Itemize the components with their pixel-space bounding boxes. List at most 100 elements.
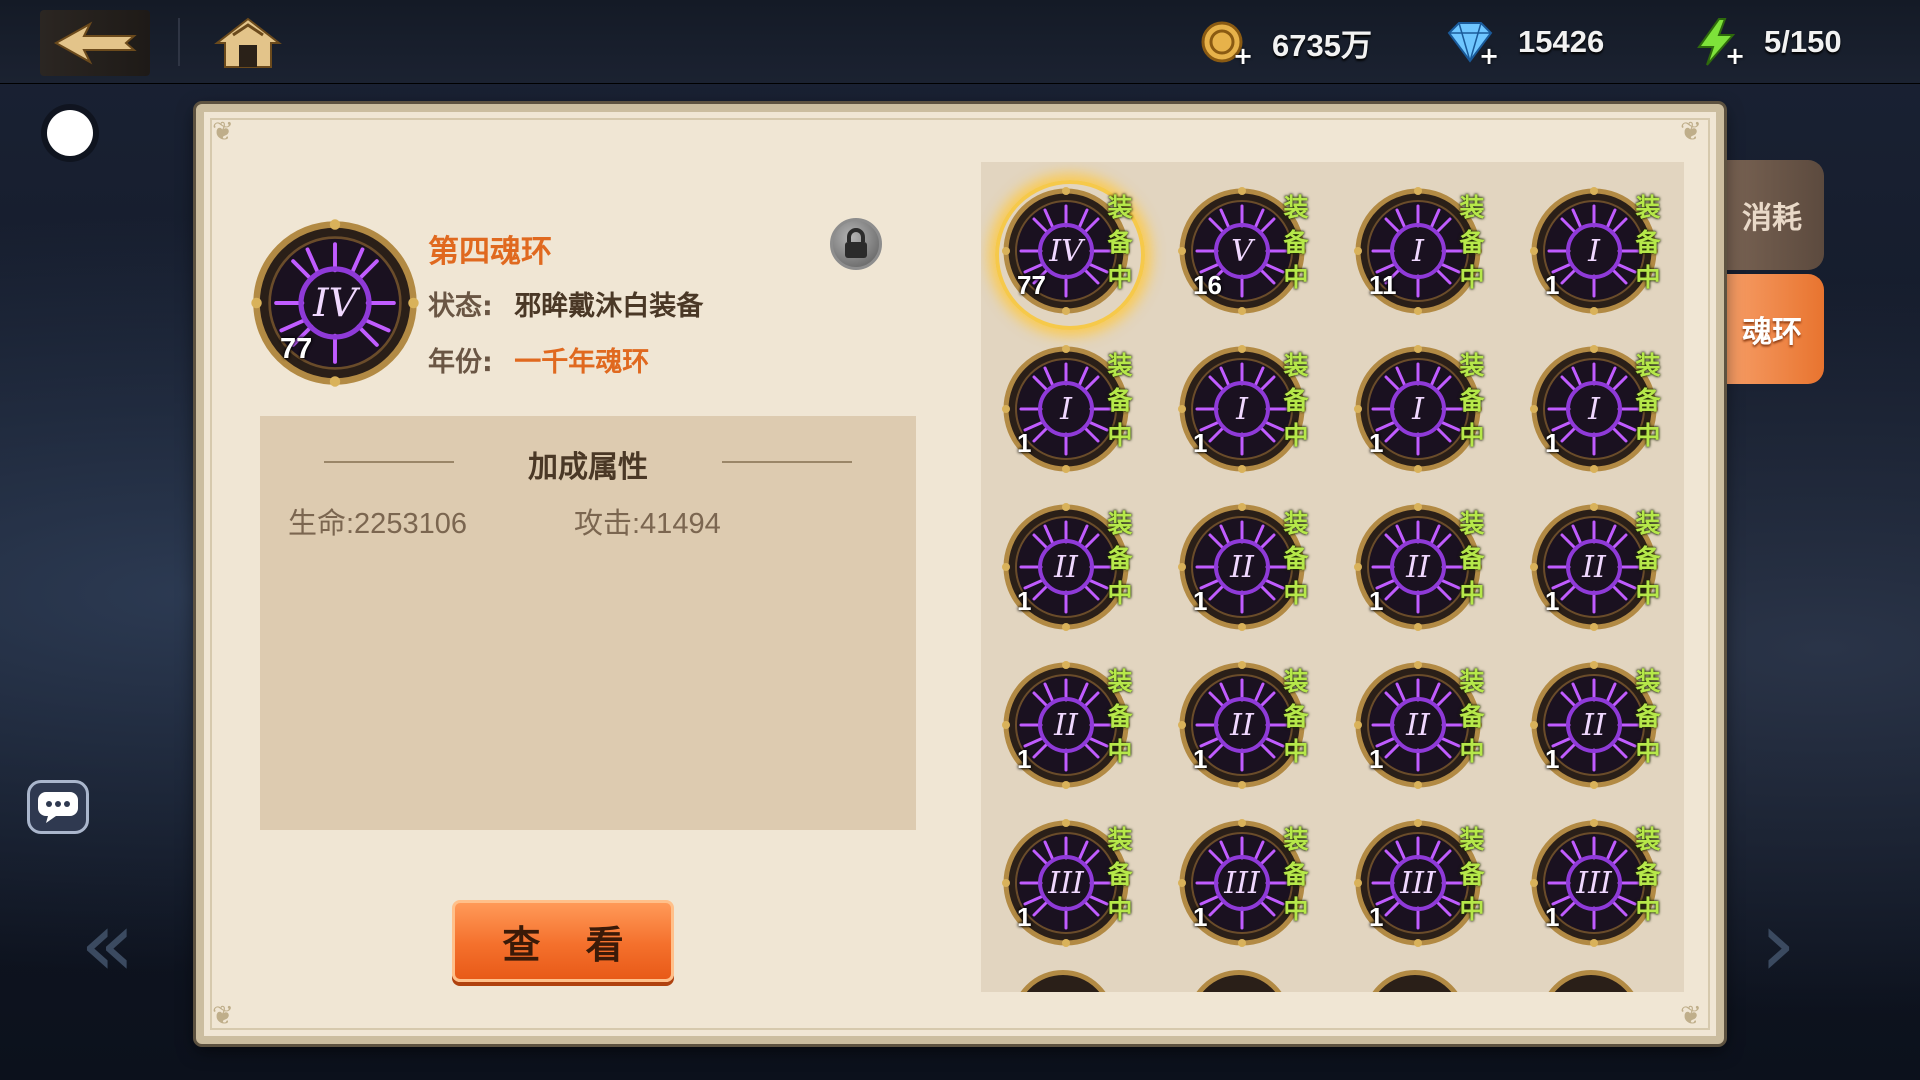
equipped-badge-char: 备 bbox=[1283, 228, 1309, 257]
gold-value: 6735万 bbox=[1272, 27, 1372, 63]
equipped-badge-char: 装 bbox=[1459, 667, 1485, 696]
ring-roman-numeral: II bbox=[1053, 708, 1079, 743]
equipped-badge-char: 中 bbox=[1107, 421, 1133, 450]
soul-ring-slot[interactable]: I1 装备中 bbox=[997, 338, 1147, 488]
equipped-badge-char: 装 bbox=[1283, 825, 1309, 854]
equipped-badge-char: 中 bbox=[1459, 737, 1485, 766]
soul-ring-slot[interactable]: III 1 装备中 bbox=[997, 812, 1147, 962]
year-row: 年份: 一千年魂环 bbox=[428, 340, 649, 379]
soul-ring-slot[interactable]: III 1 装备中 bbox=[1349, 812, 1499, 962]
soul-ring-slot[interactable]: I1 装备中 bbox=[1173, 338, 1323, 488]
gold-resource[interactable]: + 6735万 bbox=[1198, 14, 1372, 70]
add-diamond-icon[interactable]: + bbox=[1478, 44, 1500, 68]
ring-roman-numeral: I bbox=[1411, 234, 1425, 269]
ring-level: 1 bbox=[1017, 586, 1032, 616]
soul-ring-slot[interactable]: II 1 装备中 bbox=[997, 654, 1147, 804]
equipped-badge: 装备中 bbox=[1281, 664, 1311, 769]
equipped-badge: 装备中 bbox=[1457, 822, 1487, 927]
soul-ring-slot[interactable]: II 1 装备中 bbox=[1525, 496, 1675, 646]
equipped-badge: 装备中 bbox=[1281, 190, 1311, 295]
soul-ring-slot[interactable]: IV 77 装备中 bbox=[995, 180, 1147, 330]
equipped-badge-char: 备 bbox=[1635, 860, 1661, 889]
soul-ring-slot[interactable]: V 16 装备中 bbox=[1173, 180, 1323, 330]
soul-ring-slot[interactable]: III 1 装备中 bbox=[1173, 812, 1323, 962]
ring-level: 1 bbox=[1369, 744, 1384, 774]
ring-roman-numeral: IV bbox=[1048, 234, 1086, 269]
ring-level: 1 bbox=[1545, 270, 1560, 300]
corner-ornament-icon: ❦ bbox=[1680, 117, 1702, 147]
tab-consume[interactable]: 消耗 bbox=[1720, 160, 1824, 270]
ring-level: 1 bbox=[1369, 428, 1384, 458]
top-bar: + 6735万 + 15426 + 5/150 bbox=[0, 0, 1920, 84]
soul-ring-slot[interactable]: II 1 装备中 bbox=[1349, 654, 1499, 804]
soul-ring-slot[interactable]: II 1 装备中 bbox=[1349, 496, 1499, 646]
equipped-badge-char: 中 bbox=[1635, 895, 1661, 924]
equipped-badge: 装备中 bbox=[1633, 822, 1663, 927]
ring-roman-numeral: I bbox=[1235, 392, 1249, 427]
ring-roman-numeral: III bbox=[1047, 866, 1085, 901]
equipped-badge: 装备中 bbox=[1633, 506, 1663, 611]
selected-ring-roman: IV bbox=[312, 281, 360, 326]
equipped-badge-char: 备 bbox=[1107, 386, 1133, 415]
soul-ring-slot[interactable]: I 11 装备中 bbox=[1349, 180, 1499, 330]
energy-resource[interactable]: + 5/150 bbox=[1690, 14, 1842, 70]
next-page-icon[interactable]: › bbox=[1760, 900, 1796, 990]
soul-ring-slot[interactable]: I1 装备中 bbox=[1525, 180, 1675, 330]
ring-level: 1 bbox=[1545, 902, 1560, 932]
soul-ring-slot[interactable]: I1 装备中 bbox=[1349, 338, 1499, 488]
year-label: 年份: bbox=[428, 347, 493, 378]
diamond-icon: + bbox=[1444, 16, 1499, 68]
add-energy-icon[interactable]: + bbox=[1724, 44, 1746, 68]
soul-ring-slot[interactable]: II 1 装备中 bbox=[997, 496, 1147, 646]
home-button[interactable] bbox=[200, 10, 295, 76]
corner-ornament-icon: ❦ bbox=[212, 1001, 234, 1031]
soul-ring-slot[interactable]: I1 装备中 bbox=[1525, 338, 1675, 488]
ring-roman-numeral: II bbox=[1229, 708, 1255, 743]
ring-roman-numeral: I bbox=[1587, 392, 1601, 427]
tab-soul-ring[interactable]: 魂环 bbox=[1720, 274, 1824, 384]
chat-button[interactable] bbox=[27, 780, 89, 834]
equipped-badge-char: 中 bbox=[1107, 737, 1133, 766]
prev-page-icon[interactable]: « bbox=[80, 900, 135, 990]
ring-roman-numeral: II bbox=[1405, 708, 1431, 743]
bonus-attributes-box: 加成属性 生命:2253106 攻击:41494 bbox=[260, 416, 916, 830]
soul-ring-slot[interactable]: II 1 装备中 bbox=[1173, 654, 1323, 804]
soul-ring-slot-partial[interactable] bbox=[1363, 970, 1467, 992]
soul-ring-slot[interactable]: II 1 装备中 bbox=[1525, 654, 1675, 804]
equipped-badge: 装备中 bbox=[1105, 190, 1135, 295]
tab-consume-label: 消耗 bbox=[1742, 201, 1802, 236]
equipped-badge-char: 中 bbox=[1635, 421, 1661, 450]
equipped-badge-char: 备 bbox=[1635, 386, 1661, 415]
floating-ball[interactable] bbox=[47, 110, 93, 156]
soul-ring-grid: IV 77 装备中 V 16 装备中 I 11 装备中 I 1 装备中 I 1 装备中 I 1 装备中 I 1 装备中 I… bbox=[981, 162, 1684, 992]
equipped-badge-char: 中 bbox=[1107, 579, 1133, 608]
tab-soul-ring-label: 魂环 bbox=[1742, 315, 1802, 350]
soul-ring-slot[interactable]: III 1 装备中 bbox=[1525, 812, 1675, 962]
gold-coin-icon: + bbox=[1198, 16, 1253, 68]
back-button[interactable] bbox=[40, 10, 150, 76]
ring-roman-numeral: I bbox=[1059, 392, 1073, 427]
add-gold-icon[interactable]: + bbox=[1232, 44, 1254, 68]
equipped-badge-char: 装 bbox=[1283, 193, 1309, 222]
equipped-badge: 装备中 bbox=[1105, 506, 1135, 611]
equipped-badge-char: 装 bbox=[1107, 825, 1133, 854]
equipped-badge-char: 装 bbox=[1107, 193, 1133, 222]
soul-ring-slot-partial[interactable] bbox=[1011, 970, 1115, 992]
ring-roman-numeral: II bbox=[1581, 708, 1607, 743]
equipped-badge-char: 装 bbox=[1635, 193, 1661, 222]
soul-ring-slot-partial[interactable] bbox=[1187, 970, 1291, 992]
equipped-badge-char: 备 bbox=[1459, 860, 1485, 889]
soul-ring-slot[interactable]: II 1 装备中 bbox=[1173, 496, 1323, 646]
ring-roman-numeral: II bbox=[1053, 550, 1079, 585]
lock-icon[interactable] bbox=[830, 218, 882, 270]
ring-level: 16 bbox=[1193, 270, 1222, 300]
equipped-badge-char: 备 bbox=[1635, 228, 1661, 257]
attack-value: 攻击:41494 bbox=[574, 508, 721, 540]
diamond-value: 15426 bbox=[1518, 24, 1605, 59]
view-button[interactable]: 查 看 bbox=[452, 900, 674, 982]
ring-roman-numeral: III bbox=[1399, 866, 1437, 901]
diamond-resource[interactable]: + 15426 bbox=[1444, 14, 1604, 70]
soul-ring-slot-partial[interactable] bbox=[1539, 970, 1643, 992]
equipped-badge-char: 中 bbox=[1283, 579, 1309, 608]
ring-roman-numeral: I bbox=[1411, 392, 1425, 427]
